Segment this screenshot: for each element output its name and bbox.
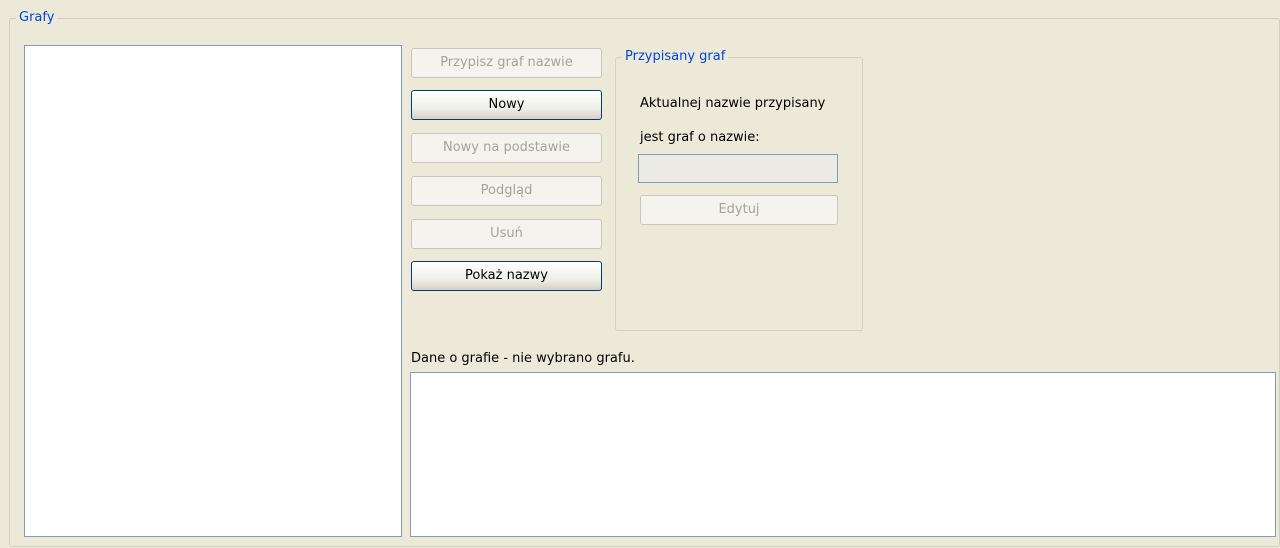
assigned-graph-name-field[interactable]	[638, 154, 838, 183]
assigned-description-line1: Aktualnej nazwie przypisany	[640, 96, 826, 111]
preview-button[interactable]: Podgląd	[411, 176, 602, 206]
new-graph-button[interactable]: Nowy	[411, 90, 602, 120]
assigned-graph-groupbox-title: Przypisany graf	[622, 49, 729, 65]
graph-info-textarea[interactable]	[410, 372, 1276, 537]
new-based-on-button[interactable]: Nowy na podstawie	[411, 133, 602, 163]
assigned-description-line2: jest graf o nazwie:	[640, 130, 760, 145]
graph-info-label: Dane o grafie - nie wybrano grafu.	[411, 351, 635, 366]
graphs-groupbox-title: Grafy	[16, 10, 58, 26]
show-names-button[interactable]: Pokaż nazwy	[411, 261, 602, 291]
graph-list[interactable]	[24, 45, 402, 537]
edit-button[interactable]: Edytuj	[640, 195, 838, 225]
delete-button[interactable]: Usuń	[411, 219, 602, 249]
assign-graph-button[interactable]: Przypisz graf nazwie	[411, 48, 602, 78]
